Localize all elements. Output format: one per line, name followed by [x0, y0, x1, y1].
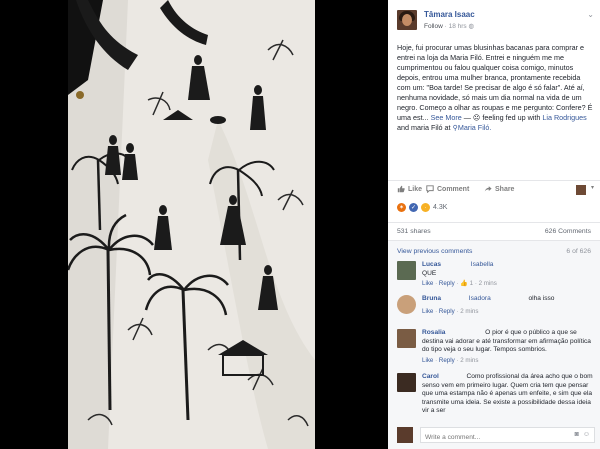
comment-body: Lucas Isabella QUE Like · Reply · 👍 1 · … [422, 261, 595, 289]
author-name[interactable]: Tâmara Isaac [424, 10, 475, 19]
comment-input[interactable] [420, 427, 595, 443]
caret-down-icon[interactable]: ▾ [591, 184, 594, 191]
comments-count[interactable]: 626 Comments [545, 228, 591, 235]
post-panel: Tâmara Isaac Follow · 18 hrs ◍ ⌄ Hoje, f… [388, 0, 600, 449]
camera-icon[interactable]: ◙ [575, 431, 579, 438]
comment-body: Rosalia O pior é que o público a que se … [422, 329, 595, 365]
write-comment-box: ◙ ☺ [397, 427, 595, 443]
thumbs-up-icon: 👍 [460, 280, 468, 287]
actions-bar: Like Comment Share ▾ [388, 180, 600, 198]
comment-text: olha isso [528, 295, 555, 302]
and-text: and [397, 123, 411, 132]
share-as-avatar[interactable] [576, 185, 586, 195]
like-label: Like [408, 185, 423, 193]
comment-text: O pior é que o público a que se destina … [422, 329, 591, 353]
post-stats: 531 shares 626 Comments [388, 222, 600, 240]
tag-maria: maria Filó [411, 123, 443, 132]
comment-meta: Like · Reply · 👍 1 · 2 mins [422, 280, 497, 287]
globe-icon: ◍ [468, 23, 475, 30]
follow-line: Follow · 18 hrs ◍ [424, 22, 474, 30]
commenter-avatar[interactable] [397, 373, 416, 392]
view-previous-comments-link[interactable]: View previous comments [397, 248, 472, 255]
comment-time[interactable]: 2 mins [460, 357, 478, 364]
reaction-count: 4.3K [433, 204, 448, 211]
avatar-face [402, 14, 412, 26]
comment-tag[interactable]: Isadora [469, 295, 491, 302]
comment-like-link[interactable]: Like [422, 308, 433, 315]
comment-label: Comment [437, 185, 470, 193]
place-link[interactable]: Maria Filó. [458, 123, 492, 132]
comment-like-count[interactable]: 1 [470, 280, 473, 287]
tag-lia[interactable]: Lia Rodrigues [542, 113, 586, 122]
post-dash: — [461, 113, 473, 122]
commenter-avatar[interactable] [397, 261, 416, 280]
comment-time[interactable]: 2 mins [479, 280, 497, 287]
post-photo[interactable] [68, 0, 315, 449]
speech-bubble-icon [426, 185, 434, 193]
comment-reply-link[interactable]: Reply [439, 280, 455, 287]
toile-print-image [68, 0, 315, 449]
commenter-name[interactable]: Carol [422, 373, 439, 380]
smile-icon[interactable]: ☺ [583, 431, 590, 438]
commenter-name[interactable]: Lucas [422, 261, 441, 268]
commenter-name[interactable]: Bruna [422, 295, 441, 302]
like-reaction-icon: ✓ [409, 203, 418, 212]
comments-area: View previous comments 6 of 626 Lucas Is… [388, 240, 600, 449]
comment-tag[interactable]: Isabella [471, 261, 494, 268]
comment-input-icons: ◙ ☺ [575, 431, 590, 438]
comment-reply-link[interactable]: Reply [439, 308, 455, 315]
shares-count[interactable]: 531 shares [397, 228, 431, 235]
share-button[interactable]: Share [484, 185, 514, 193]
chevron-down-icon[interactable]: ⌄ [587, 10, 594, 19]
comment-like-link[interactable]: Like [422, 357, 433, 364]
share-label: Share [495, 185, 515, 193]
like-button[interactable]: Like [397, 185, 422, 193]
comment-body: Carol Como profissional da área acho que… [422, 373, 595, 417]
sad-reaction-icon: · [421, 203, 430, 212]
comment-text: Como profissional da área acho que o bom… [422, 373, 593, 414]
commenter-avatar[interactable] [397, 329, 416, 348]
comment-body: Bruna Isadora olha isso Like · Reply · 2… [422, 295, 595, 316]
see-more-link[interactable]: See More [431, 113, 462, 122]
follow-button[interactable]: Follow [424, 23, 443, 30]
at-text: at [442, 123, 453, 132]
comment-button[interactable]: Comment [426, 185, 469, 193]
comment-meta: Like · Reply · 2 mins [422, 307, 479, 315]
photo-viewer[interactable] [0, 0, 388, 449]
post-header: Tâmara Isaac Follow · 18 hrs ◍ ⌄ [388, 0, 600, 34]
post-body: Hoje, fui procurar umas blusinhas bacana… [397, 43, 593, 122]
share-arrow-icon [484, 186, 492, 192]
comment-time[interactable]: 2 mins [460, 308, 478, 315]
comments-progress: 6 of 626 [566, 248, 591, 255]
feeling-text: feeling fed up with [480, 113, 543, 122]
commenter-avatar[interactable] [397, 295, 416, 314]
comment-like-link[interactable]: Like [422, 280, 433, 287]
thumbs-up-icon [397, 185, 405, 193]
comment-meta: Like · Reply · 2 mins [422, 356, 479, 364]
commenter-name[interactable]: Rosalia [422, 329, 445, 336]
post-time[interactable]: 18 hrs [449, 23, 467, 30]
author-avatar[interactable] [397, 10, 417, 30]
comment-text: QUE [422, 269, 437, 277]
comment-reply-link[interactable]: Reply [439, 357, 455, 364]
angry-reaction-icon: ✶ [397, 203, 406, 212]
reactions-summary[interactable]: ✶ ✓ · 4.3K [397, 203, 447, 212]
post-text: Hoje, fui procurar umas blusinhas bacana… [397, 43, 595, 133]
current-user-avatar [397, 427, 413, 443]
